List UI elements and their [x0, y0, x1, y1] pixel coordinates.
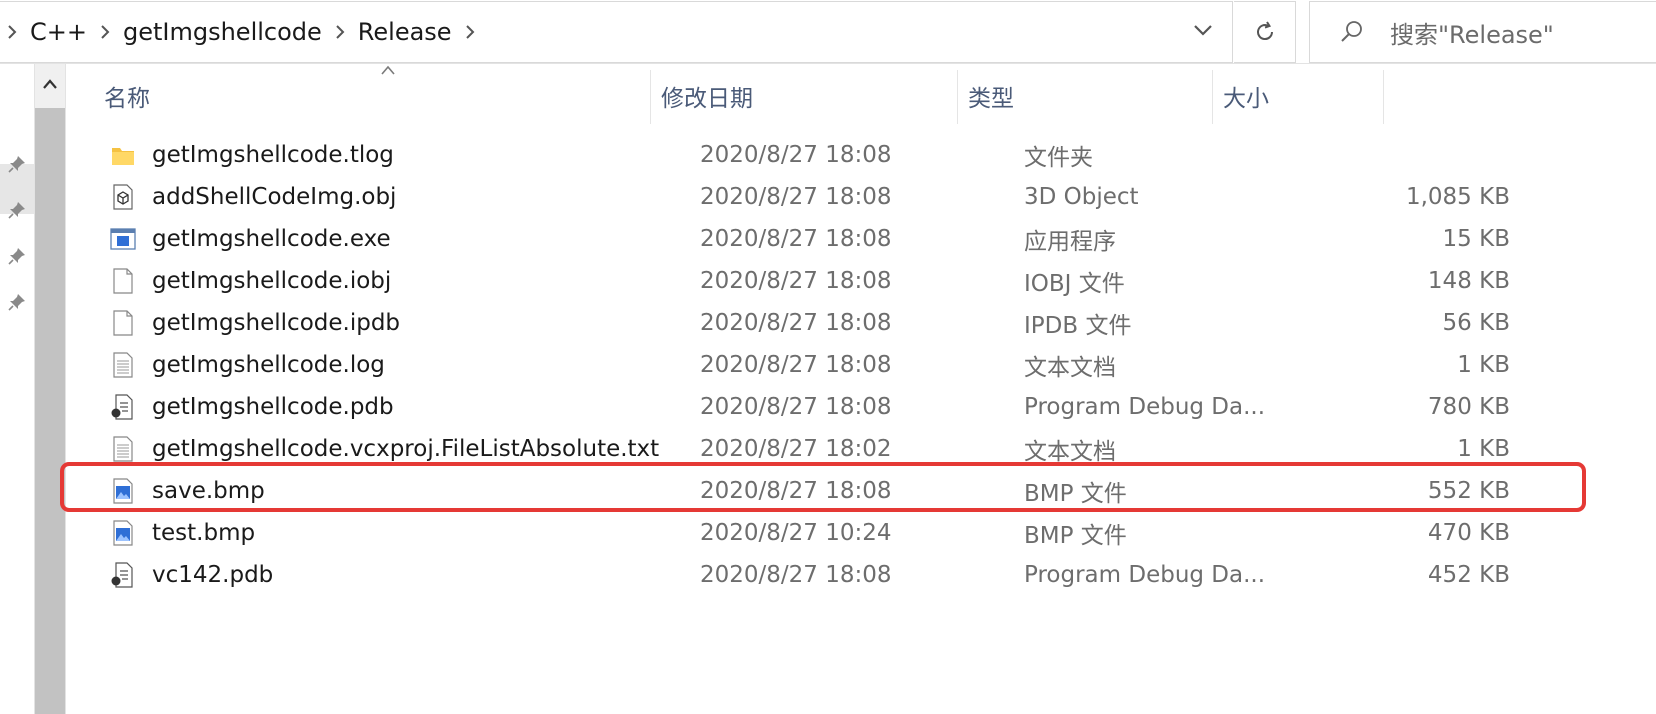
file-size: 15 KB	[1442, 226, 1510, 252]
chevron-up-icon	[43, 79, 57, 89]
address-bar: C++ getImgshellcode Release 搜索"Release"	[0, 0, 1656, 64]
file-name[interactable]: getImgshellcode.log	[152, 344, 385, 386]
3d-object-icon	[113, 184, 133, 210]
chevron-down-icon	[1194, 25, 1212, 36]
file-row[interactable]: save.bmp 2020/8/27 18:08 BMP 文件 552 KB	[66, 470, 1656, 512]
breadcrumb-item-release[interactable]: Release	[352, 18, 458, 46]
file-date: 2020/8/27 18:08	[700, 310, 892, 336]
file-type: IPDB 文件	[1024, 313, 1132, 339]
pdb-file-icon	[111, 562, 133, 588]
file-name[interactable]: getImgshellcode.iobj	[152, 260, 391, 302]
chevron-right-icon[interactable]	[458, 1, 482, 63]
scrollbar-thumb[interactable]	[35, 108, 65, 714]
breadcrumb-item-getimgshellcode[interactable]: getImgshellcode	[117, 18, 328, 46]
file-name[interactable]: vc142.pdb	[152, 554, 273, 596]
file-row[interactable]: test.bmp 2020/8/27 10:24 BMP 文件 470 KB	[66, 512, 1656, 554]
folder-icon	[112, 148, 134, 165]
file-name[interactable]: test.bmp	[152, 512, 255, 554]
file-type: 文本文档	[1024, 439, 1116, 465]
file-type: 文件夹	[1024, 145, 1093, 171]
file-size: 1 KB	[1457, 436, 1510, 462]
file-name[interactable]: addShellCodeImg.obj	[152, 176, 396, 218]
file-name[interactable]: getImgshellcode.exe	[152, 218, 391, 260]
file-row[interactable]: getImgshellcode.ipdb 2020/8/27 18:08 IPD…	[66, 302, 1656, 344]
file-name[interactable]: getImgshellcode.ipdb	[152, 302, 400, 344]
text-file-icon	[113, 436, 133, 462]
file-name[interactable]: getImgshellcode.tlog	[152, 134, 394, 176]
file-type: 文本文档	[1024, 355, 1116, 381]
file-size: 780 KB	[1427, 394, 1510, 420]
search-placeholder[interactable]: 搜索"Release"	[1390, 15, 1554, 50]
refresh-button[interactable]	[1234, 1, 1296, 63]
file-date: 2020/8/27 18:02	[700, 436, 892, 462]
search-icon	[1334, 14, 1370, 50]
navigation-pane-edge	[0, 64, 34, 714]
file-size: 1 KB	[1457, 352, 1510, 378]
file-size	[1216, 134, 1510, 176]
breadcrumb[interactable]: C++ getImgshellcode Release	[0, 1, 1233, 63]
breadcrumb-item-cpp[interactable]: C++	[24, 18, 93, 46]
file-size: 552 KB	[1427, 478, 1510, 504]
file-row[interactable]: getImgshellcode.pdb 2020/8/27 18:08 Prog…	[66, 386, 1656, 428]
column-header-row: 名称 修改日期 类型 大小	[66, 64, 1656, 128]
text-file-icon	[113, 352, 133, 378]
blank-file-icon	[113, 268, 133, 294]
file-date: 2020/8/27 18:08	[700, 562, 892, 588]
refresh-icon	[1256, 21, 1273, 41]
file-name[interactable]: getImgshellcode.vcxproj.FileListAbsolute…	[152, 428, 659, 470]
file-type: IOBJ 文件	[1024, 271, 1125, 297]
file-date: 2020/8/27 18:08	[700, 394, 892, 420]
file-date: 2020/8/27 18:08	[700, 268, 892, 294]
file-row[interactable]: getImgshellcode.iobj 2020/8/27 18:08 IOB…	[66, 260, 1656, 302]
chevron-right-icon[interactable]	[93, 1, 117, 63]
chevron-right-icon[interactable]	[0, 1, 24, 63]
column-header-name[interactable]: 名称	[94, 64, 650, 128]
file-date: 2020/8/27 18:08	[700, 478, 892, 504]
file-list: getImgshellcode.tlog 2020/8/27 18:08 文件夹…	[66, 134, 1656, 596]
pin-icon	[8, 248, 25, 265]
column-header-date[interactable]: 修改日期	[651, 64, 957, 128]
file-name[interactable]: save.bmp	[152, 470, 265, 512]
file-size: 148 KB	[1427, 268, 1510, 294]
file-size: 56 KB	[1442, 310, 1510, 336]
file-type: BMP 文件	[1024, 523, 1127, 549]
file-date: 2020/8/27 18:08	[700, 184, 892, 210]
column-header-size[interactable]: 大小	[1213, 64, 1383, 128]
file-type: BMP 文件	[1024, 481, 1127, 507]
bitmap-image-icon	[113, 478, 133, 504]
column-header-type[interactable]: 类型	[958, 64, 1212, 128]
file-row[interactable]: getImgshellcode.log 2020/8/27 18:08 文本文档…	[66, 344, 1656, 386]
scroll-up-button[interactable]	[35, 64, 65, 104]
blank-file-icon	[113, 310, 133, 336]
file-date: 2020/8/27 10:24	[700, 520, 892, 546]
file-row[interactable]: getImgshellcode.exe 2020/8/27 18:08 应用程序…	[66, 218, 1656, 260]
pin-icon	[8, 294, 25, 311]
file-type: 3D Object	[1024, 184, 1139, 210]
application-icon	[110, 228, 136, 250]
chevron-right-icon[interactable]	[328, 1, 352, 63]
file-date: 2020/8/27 18:08	[700, 142, 892, 168]
file-row[interactable]: getImgshellcode.tlog 2020/8/27 18:08 文件夹	[66, 134, 1656, 176]
pin-icon	[8, 156, 25, 173]
pin-icon	[8, 202, 25, 219]
file-name[interactable]: getImgshellcode.pdb	[152, 386, 394, 428]
file-size: 470 KB	[1427, 520, 1510, 546]
column-divider[interactable]	[1383, 70, 1384, 124]
file-date: 2020/8/27 18:08	[700, 226, 892, 252]
file-row[interactable]: getImgshellcode.vcxproj.FileListAbsolute…	[66, 428, 1656, 470]
file-date: 2020/8/27 18:08	[700, 352, 892, 378]
bitmap-image-icon	[113, 520, 133, 546]
file-size: 452 KB	[1427, 562, 1510, 588]
file-size: 1,085 KB	[1405, 184, 1510, 210]
search-box[interactable]: 搜索"Release"	[1309, 1, 1656, 63]
file-row[interactable]: addShellCodeImg.obj 2020/8/27 18:08 3D O…	[66, 176, 1656, 218]
file-row[interactable]: vc142.pdb 2020/8/27 18:08 Program Debug …	[66, 554, 1656, 596]
navigation-scrollbar[interactable]	[34, 64, 66, 714]
pdb-file-icon	[111, 394, 133, 420]
file-type: 应用程序	[1024, 229, 1116, 255]
history-dropdown-button[interactable]	[1173, 0, 1233, 60]
